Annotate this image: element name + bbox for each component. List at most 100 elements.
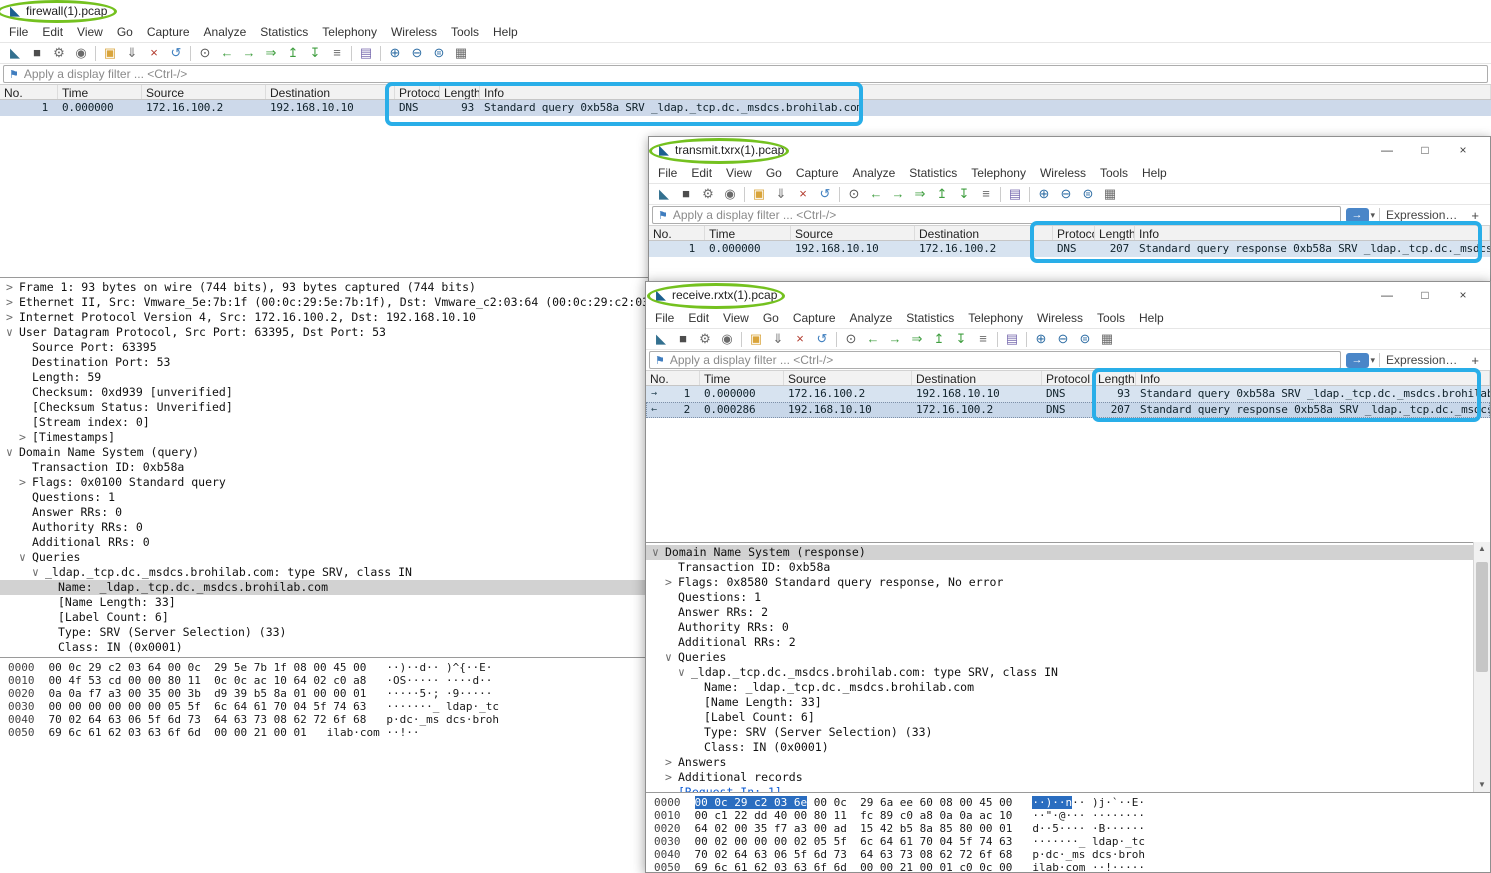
auto-scroll-icon[interactable]: ≡: [972, 329, 994, 349]
find-packet-icon[interactable]: ⊙: [840, 329, 862, 349]
packet-row[interactable]: 10.000000192.168.10.10172.16.100.2DNS207…: [649, 241, 1490, 257]
tree-item[interactable]: Authority RRs: 0: [646, 620, 1490, 635]
open-file-icon[interactable]: ▣: [748, 184, 770, 204]
menu-statistics[interactable]: Statistics: [902, 166, 964, 180]
tree-item[interactable]: Additional RRs: 2: [646, 635, 1490, 650]
menu-capture[interactable]: Capture: [140, 25, 197, 39]
expand-icon[interactable]: >: [665, 755, 678, 770]
column-length[interactable]: Length: [1095, 226, 1135, 240]
add-filter-button[interactable]: +: [1463, 353, 1487, 368]
tree-item[interactable]: ∨Queries: [646, 650, 1490, 665]
filter-bookmark-icon[interactable]: ⚑: [650, 354, 670, 367]
auto-scroll-icon[interactable]: ≡: [975, 184, 997, 204]
collapse-icon[interactable]: ∨: [678, 665, 691, 680]
find-packet-icon[interactable]: ⊙: [194, 43, 216, 63]
colorize-icon[interactable]: ▤: [1004, 184, 1026, 204]
hex-row[interactable]: 002064 02 00 35 f7 a3 00 ad 15 42 b5 8a …: [654, 822, 1490, 835]
menu-wireless[interactable]: Wireless: [1033, 166, 1093, 180]
add-filter-button[interactable]: +: [1463, 208, 1487, 223]
column-time[interactable]: Time: [58, 85, 142, 99]
auto-scroll-icon[interactable]: ≡: [326, 43, 348, 63]
column-no[interactable]: No.: [649, 226, 705, 240]
tree-item[interactable]: [Label Count: 6]: [646, 710, 1490, 725]
detail-scrollbar[interactable]: ▲ ▼: [1473, 542, 1490, 792]
close-file-icon[interactable]: ×: [792, 184, 814, 204]
maximize-button[interactable]: □: [1406, 143, 1444, 157]
go-back-icon[interactable]: ←: [865, 184, 887, 204]
apply-filter-button[interactable]: →: [1346, 208, 1369, 223]
start-capture-icon[interactable]: ◣: [653, 184, 675, 204]
filter-bookmark-icon[interactable]: ⚑: [4, 68, 24, 81]
menu-file[interactable]: File: [2, 25, 35, 39]
go-to-packet-icon[interactable]: ⇒: [260, 43, 282, 63]
zoom-in-icon[interactable]: ⊕: [1033, 184, 1055, 204]
scroll-down-icon[interactable]: ▼: [1478, 778, 1486, 792]
menu-telephony[interactable]: Telephony: [315, 25, 384, 39]
titlebar-transmit[interactable]: ◣ transmit.txrx(1).pcap — □ ×: [649, 137, 1490, 163]
close-button[interactable]: ×: [1444, 143, 1482, 157]
expression-button[interactable]: Expression…: [1379, 353, 1463, 367]
zoom-out-icon[interactable]: ⊖: [406, 43, 428, 63]
expand-icon[interactable]: >: [665, 770, 678, 785]
expand-icon[interactable]: >: [19, 475, 32, 490]
open-file-icon[interactable]: ▣: [745, 329, 767, 349]
tree-item[interactable]: >Additional records: [646, 770, 1490, 785]
restart-capture-icon[interactable]: ◉: [719, 184, 741, 204]
save-file-icon[interactable]: ⇓: [767, 329, 789, 349]
go-last-icon[interactable]: ↧: [950, 329, 972, 349]
save-file-icon[interactable]: ⇓: [770, 184, 792, 204]
titlebar-receive[interactable]: ◣ receive.rxtx(1).pcap — □ ×: [646, 282, 1490, 308]
column-source[interactable]: Source: [791, 226, 915, 240]
hex-row[interactable]: 004070 02 64 63 06 5f 6d 73 64 63 73 08 …: [654, 848, 1490, 861]
go-last-icon[interactable]: ↧: [304, 43, 326, 63]
expand-icon[interactable]: >: [19, 430, 32, 445]
menu-help[interactable]: Help: [486, 25, 525, 39]
stop-capture-icon[interactable]: ■: [672, 329, 694, 349]
zoom-in-icon[interactable]: ⊕: [384, 43, 406, 63]
column-info[interactable]: Info: [480, 85, 1491, 99]
zoom-out-icon[interactable]: ⊖: [1052, 329, 1074, 349]
tree-item[interactable]: Name: _ldap._tcp.dc._msdcs.brohilab.com: [646, 680, 1490, 695]
menu-telephony[interactable]: Telephony: [961, 311, 1030, 325]
menu-wireless[interactable]: Wireless: [384, 25, 444, 39]
column-source[interactable]: Source: [142, 85, 266, 99]
maximize-button[interactable]: □: [1406, 288, 1444, 302]
packet-row[interactable]: 10.000000172.16.100.2192.168.10.10DNS93S…: [0, 100, 1491, 116]
expand-icon[interactable]: >: [6, 280, 19, 295]
menu-telephony[interactable]: Telephony: [964, 166, 1033, 180]
stop-capture-icon[interactable]: ■: [26, 43, 48, 63]
tree-item[interactable]: [Name Length: 33]: [646, 695, 1490, 710]
collapse-icon[interactable]: ∨: [32, 565, 45, 580]
resize-columns-icon[interactable]: ▦: [1096, 329, 1118, 349]
menu-statistics[interactable]: Statistics: [253, 25, 315, 39]
colorize-icon[interactable]: ▤: [1001, 329, 1023, 349]
go-first-icon[interactable]: ↥: [928, 329, 950, 349]
collapse-icon[interactable]: ∨: [19, 550, 32, 565]
tree-item[interactable]: >Answers: [646, 755, 1490, 770]
column-length[interactable]: Length: [440, 85, 480, 99]
tree-item[interactable]: Transaction ID: 0xb58a: [646, 560, 1490, 575]
column-info[interactable]: Info: [1135, 226, 1490, 240]
collapse-icon[interactable]: ∨: [665, 650, 678, 665]
scrollbar-track[interactable]: [1474, 556, 1490, 778]
apply-filter-dropdown-icon[interactable]: ▾: [1371, 210, 1376, 221]
column-time[interactable]: Time: [700, 371, 784, 385]
menu-help[interactable]: Help: [1132, 311, 1171, 325]
column-protocol[interactable]: Protocol: [1053, 226, 1095, 240]
titlebar-firewall[interactable]: ◣ firewall(1).pcap: [0, 0, 1491, 22]
close-file-icon[interactable]: ×: [789, 329, 811, 349]
menu-capture[interactable]: Capture: [789, 166, 846, 180]
capture-options-icon[interactable]: ⚙: [48, 43, 70, 63]
reload-file-icon[interactable]: ↺: [814, 184, 836, 204]
hex-row[interactable]: 001000 c1 22 dd 40 00 80 11 fc 89 c0 a8 …: [654, 809, 1490, 822]
collapse-icon[interactable]: ∨: [652, 545, 665, 560]
menu-help[interactable]: Help: [1135, 166, 1174, 180]
packet-row[interactable]: ←20.000286192.168.10.10172.16.100.2DNS20…: [646, 402, 1490, 418]
zoom-reset-icon[interactable]: ⊜: [428, 43, 450, 63]
scroll-up-icon[interactable]: ▲: [1478, 542, 1486, 556]
menu-tools[interactable]: Tools: [1093, 166, 1135, 180]
tree-item[interactable]: Class: IN (0x0001): [646, 740, 1490, 755]
go-to-packet-icon[interactable]: ⇒: [906, 329, 928, 349]
menu-edit[interactable]: Edit: [684, 166, 719, 180]
menu-statistics[interactable]: Statistics: [899, 311, 961, 325]
